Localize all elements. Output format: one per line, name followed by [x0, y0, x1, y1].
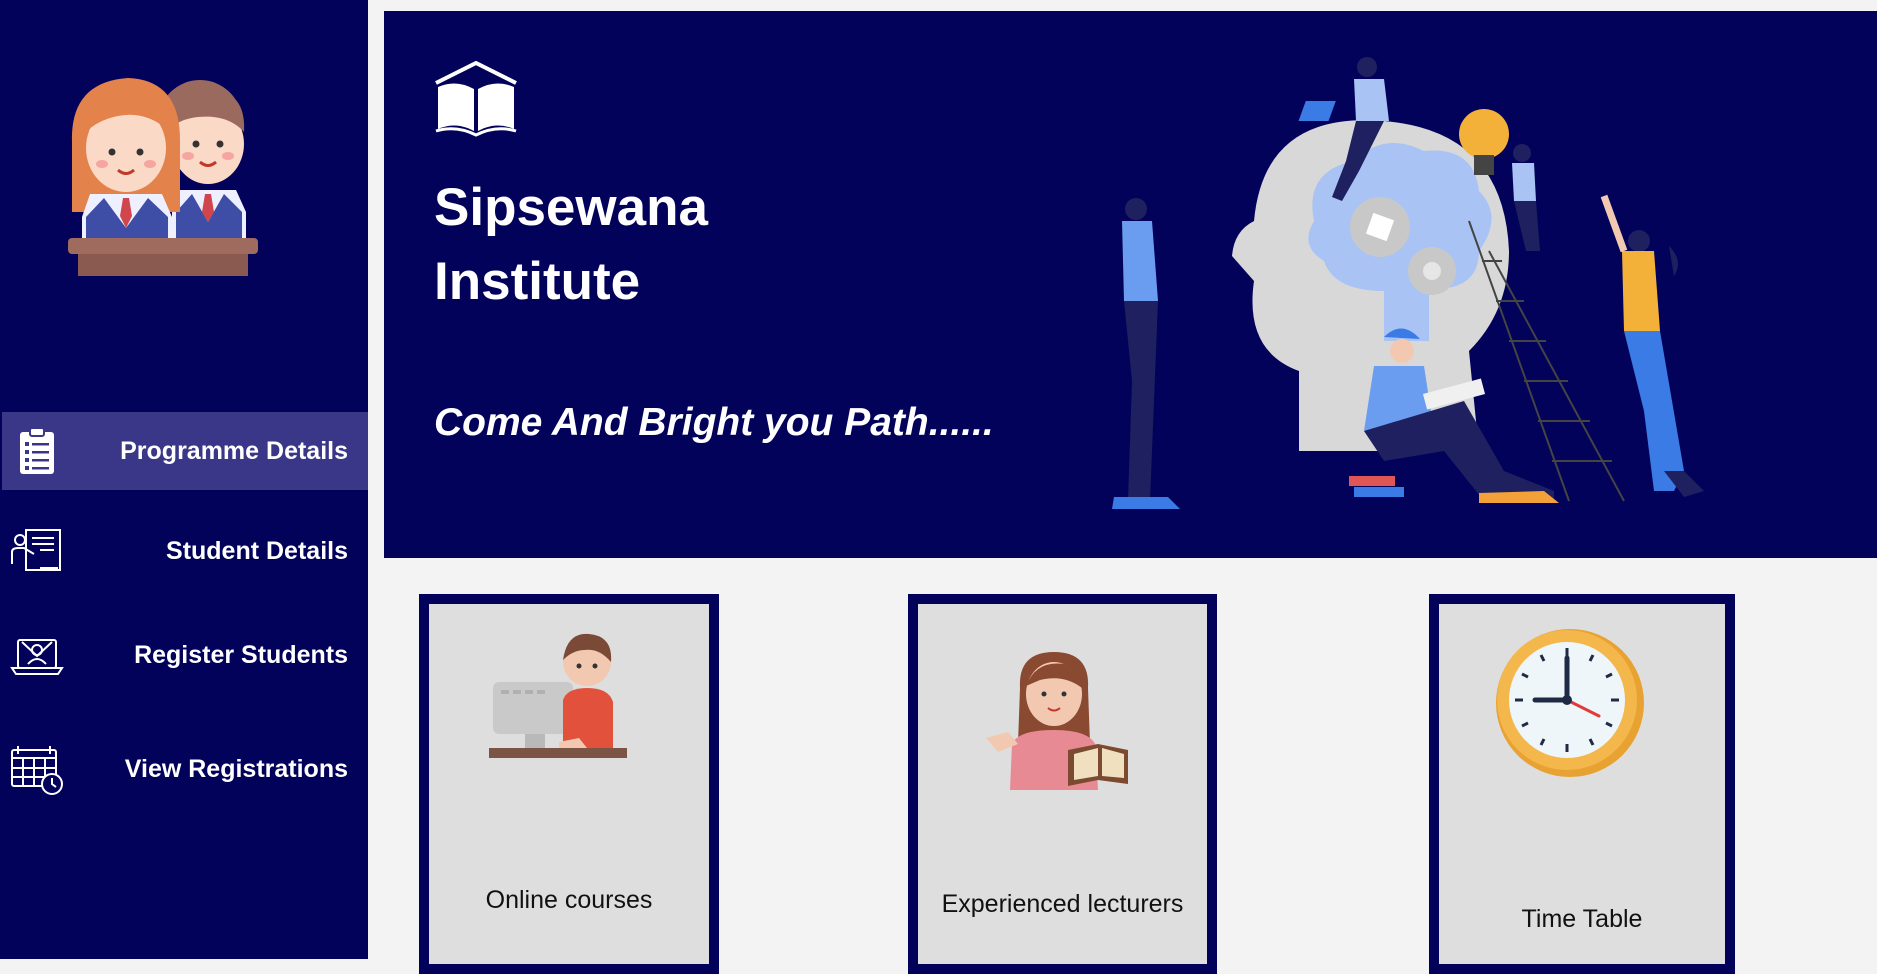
clock-icon: [1496, 629, 1644, 777]
card-label: Time Table: [1521, 905, 1643, 933]
sidebar-item-view-registrations[interactable]: View Registrations: [2, 730, 368, 808]
card-experienced-lecturers[interactable]: Experienced lecturers: [908, 594, 1217, 974]
open-book-icon: [434, 60, 518, 137]
title-line-2: Institute: [434, 252, 641, 311]
sidebar-item-register-students[interactable]: Register Students: [2, 616, 368, 694]
students-at-desk-icon: [68, 62, 268, 277]
sidebar-item-label: View Registrations: [124, 754, 348, 783]
tagline: Come And Bright you Path......: [434, 401, 994, 444]
sidebar-item-label: Register Students: [134, 640, 348, 669]
clipboard-list-icon: [10, 424, 64, 478]
teacher-board-icon: [10, 524, 64, 578]
brain-teamwork-illustration: [1084, 51, 1704, 511]
sidebar-item-programme-details[interactable]: Programme Details: [2, 412, 368, 490]
card-online-courses[interactable]: Online courses: [419, 594, 719, 974]
laptop-register-icon: [10, 628, 64, 682]
lecturer-with-book-icon: [986, 652, 1128, 790]
hero-banner: Sipsewana Institute Come And Bright you …: [384, 11, 1877, 558]
card-label: Experienced lecturers: [941, 890, 1184, 918]
page-title: Sipsewana Institute: [434, 171, 708, 319]
person-at-computer-icon: [489, 633, 627, 758]
sidebar-item-student-details[interactable]: Student Details: [2, 512, 368, 590]
sidebar: Programme Details Student Details Regist: [0, 0, 368, 959]
title-line-1: Sipsewana: [434, 178, 708, 237]
calendar-clock-icon: [10, 742, 64, 796]
sidebar-item-label: Student Details: [166, 536, 348, 565]
card-time-table[interactable]: Time Table: [1429, 594, 1735, 974]
sidebar-item-label: Programme Details: [120, 436, 348, 465]
card-label: Online courses: [485, 886, 653, 914]
